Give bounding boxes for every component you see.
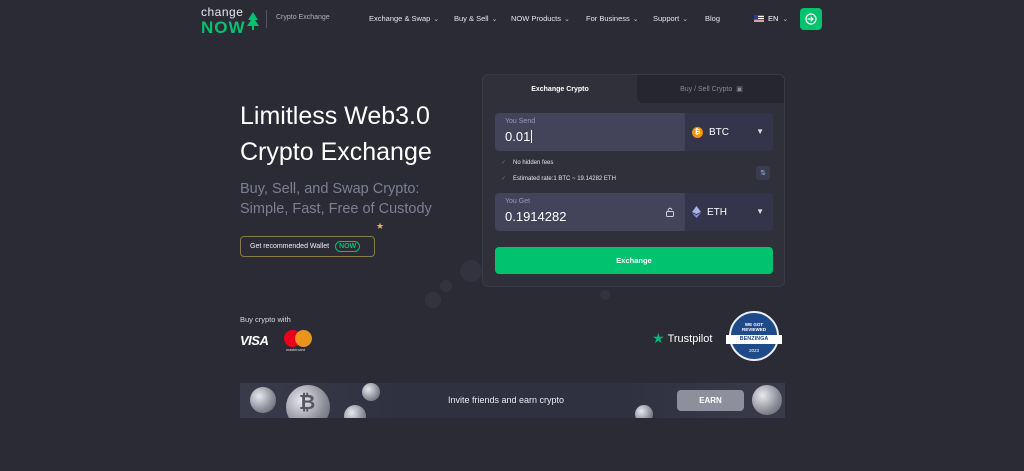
get-label: You Get bbox=[505, 198, 531, 205]
nav-support[interactable]: Support ⌄ bbox=[653, 14, 688, 23]
send-amount-text: 0.01 bbox=[505, 129, 531, 144]
background-decoration bbox=[600, 290, 610, 300]
swap-arrows-icon: ⇅ bbox=[760, 170, 766, 177]
logo-top-text: change bbox=[201, 5, 244, 19]
mastercard-text: mastercard bbox=[286, 348, 305, 352]
nav-label: For Business bbox=[586, 14, 630, 23]
get-field: You Get 0.1914282 ETH ▼ bbox=[495, 193, 773, 231]
badge-line2: REVIEWED bbox=[741, 327, 766, 332]
login-button[interactable] bbox=[800, 8, 822, 30]
no-fees-text: No hidden fees bbox=[513, 159, 554, 166]
send-field[interactable]: You Send 0.01 ₿ BTC ▼ bbox=[495, 113, 773, 151]
send-label: You Send bbox=[505, 118, 536, 125]
hero-subtitle-line1: Buy, Sell, and Swap Crypto: bbox=[240, 181, 420, 197]
site-header: change NOW Crypto Exchange Exchange & Sw… bbox=[0, 0, 1024, 40]
swap-direction-button[interactable]: ⇅ bbox=[756, 166, 770, 180]
referral-banner: ₿ Invite friends and earn crypto EARN bbox=[240, 383, 785, 418]
buy-crypto-label: Buy crypto with bbox=[240, 315, 291, 324]
hero-title-line2: Crypto Exchange bbox=[240, 138, 432, 166]
coin-decoration bbox=[752, 385, 782, 415]
get-currency-label: ETH bbox=[707, 206, 727, 218]
nav-label: NOW Products bbox=[511, 14, 562, 23]
nav-for-business[interactable]: For Business ⌄ bbox=[586, 14, 639, 23]
chevron-down-icon: ⌄ bbox=[491, 15, 498, 23]
hero-subtitle: Buy, Sell, and Swap Crypto: Simple, Fast… bbox=[240, 179, 432, 219]
caret-down-icon: ▼ bbox=[756, 127, 764, 136]
chevron-down-icon: ⌄ bbox=[564, 15, 570, 23]
coin-decoration bbox=[362, 383, 380, 401]
nav-label: Blog bbox=[705, 14, 721, 23]
card-icon: ▣ bbox=[736, 86, 743, 93]
logo-divider bbox=[266, 10, 267, 28]
logo-bottom-text: NOW bbox=[201, 18, 246, 37]
send-amount-input[interactable]: 0.01 bbox=[505, 129, 533, 144]
nav-label: Exchange & Swap bbox=[369, 14, 431, 23]
nav-exchange-swap[interactable]: Exchange & Swap ⌄ bbox=[369, 14, 439, 23]
nav-blog[interactable]: Blog bbox=[705, 14, 720, 23]
tab-label: Buy / Sell Crypto bbox=[680, 85, 733, 93]
language-label: EN bbox=[768, 14, 779, 23]
trustpilot-logo[interactable]: ★ Trustpilot bbox=[652, 330, 712, 347]
nav-buy-sell[interactable]: Buy & Sell ⌄ bbox=[454, 14, 497, 23]
send-currency-label: BTC bbox=[709, 126, 729, 138]
badge-ribbon: BENZINGA bbox=[726, 335, 782, 344]
background-decoration bbox=[460, 260, 482, 282]
bitcoin-icon: ₿ bbox=[692, 126, 703, 138]
nav-now-products[interactable]: NOW Products ⌄ bbox=[511, 14, 570, 23]
chevron-down-icon: ⌄ bbox=[632, 15, 639, 23]
trustpilot-star-icon: ★ bbox=[652, 330, 665, 346]
tab-exchange-crypto[interactable]: Exchange Crypto bbox=[483, 75, 637, 103]
get-wallet-button[interactable]: Get recommended Wallet NOW bbox=[240, 236, 375, 257]
background-decoration bbox=[440, 280, 452, 292]
banner-text: Invite friends and earn crypto bbox=[448, 395, 565, 405]
logo[interactable]: change NOW bbox=[201, 5, 259, 37]
hero-title-line1: Limitless Web3.0 bbox=[240, 102, 430, 130]
exchange-button[interactable]: Exchange bbox=[495, 247, 773, 274]
us-flag-icon bbox=[754, 15, 764, 22]
badge-text: WE GOT REVIEWED bbox=[731, 322, 777, 332]
chevron-down-icon: ⌄ bbox=[433, 15, 440, 23]
bitcoin-icon: ₿ bbox=[299, 392, 316, 414]
no-fees-row: ✓ No hidden fees bbox=[501, 159, 554, 167]
now-wallet-badge: NOW bbox=[335, 241, 361, 252]
caret-down-icon: ▼ bbox=[756, 207, 764, 216]
ethereum-icon bbox=[692, 206, 701, 218]
language-selector[interactable]: EN ⌄ bbox=[754, 14, 788, 23]
chevron-down-icon: ⌄ bbox=[682, 15, 689, 23]
sign-in-icon bbox=[805, 13, 817, 25]
wallet-button-label: Get recommended Wallet bbox=[250, 243, 330, 250]
trustpilot-text: Trustpilot bbox=[667, 332, 713, 345]
benzinga-badge[interactable]: WE GOT REVIEWED BENZINGA 2023 bbox=[726, 311, 782, 361]
exchange-widget: Exchange Crypto Buy / Sell Crypto ▣ You … bbox=[482, 74, 785, 287]
check-icon: ✓ bbox=[501, 160, 507, 166]
badge-year: 2023 bbox=[748, 348, 759, 353]
hero-subtitle-line2: Simple, Fast, Free of Custody bbox=[240, 201, 432, 217]
star-icon: ★ bbox=[376, 221, 385, 231]
tab-buy-sell-crypto[interactable]: Buy / Sell Crypto ▣ bbox=[637, 75, 784, 103]
mastercard-logo: mastercard bbox=[284, 330, 314, 354]
nav-label: Buy & Sell bbox=[454, 14, 489, 23]
get-amount-text: 0.1914282 bbox=[505, 209, 567, 224]
chevron-down-icon: ⌄ bbox=[782, 15, 789, 23]
coin-decoration bbox=[635, 405, 653, 418]
nav-label: Support bbox=[653, 14, 680, 23]
check-icon: ✓ bbox=[501, 176, 507, 182]
hero-title: Limitless Web3.0 Crypto Exchange bbox=[240, 98, 432, 170]
earn-button[interactable]: EARN bbox=[677, 390, 744, 411]
visa-logo: VISA bbox=[240, 333, 269, 348]
tree-icon bbox=[247, 12, 259, 30]
get-currency-select[interactable]: ETH ▼ bbox=[685, 193, 773, 231]
mastercard-orange-circle bbox=[295, 330, 312, 347]
lock-icon[interactable] bbox=[665, 207, 675, 217]
send-currency-select[interactable]: ₿ BTC ▼ bbox=[685, 113, 773, 151]
rate-text: Estimated rate:1 BTC ~ 19.14282 ETH bbox=[513, 175, 616, 182]
logo-tagline: Crypto Exchange bbox=[276, 14, 330, 21]
background-decoration bbox=[425, 292, 441, 308]
coin-decoration bbox=[250, 387, 276, 413]
text-caret bbox=[531, 130, 533, 143]
rate-row: ✓ Estimated rate:1 BTC ~ 19.14282 ETH bbox=[501, 175, 616, 183]
